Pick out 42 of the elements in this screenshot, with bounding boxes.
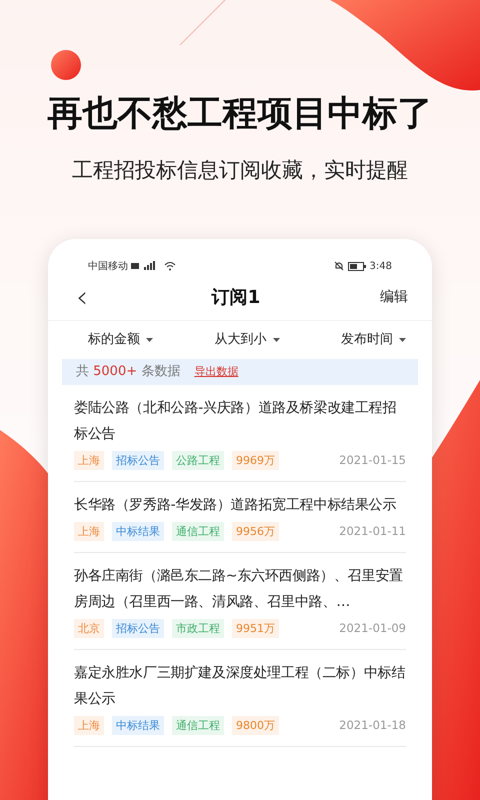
- category-tag: 招标公告: [112, 619, 164, 638]
- category-tag: 上海: [74, 451, 104, 470]
- publish-date: 2021-01-11: [339, 522, 406, 540]
- caret-icon: [399, 338, 406, 342]
- amount-tag: 9800万: [232, 716, 279, 735]
- amount-tag: 9956万: [232, 522, 279, 541]
- publish-date: 2021-01-18: [339, 716, 406, 734]
- export-link[interactable]: 导出数据: [194, 364, 238, 380]
- clock-time: 3:48: [370, 260, 392, 274]
- listing-title[interactable]: 孙各庄南街（潞邑东二路~东六环西侧路）、召里安置房周边（召里西一路、清风路、召里中路、…: [74, 563, 406, 615]
- amount-tag: 9951万: [232, 619, 279, 638]
- edit-button[interactable]: 编辑: [380, 287, 408, 308]
- filter-dropdown[interactable]: 从大到小: [214, 330, 280, 350]
- category-tag: 中标结果: [112, 716, 164, 735]
- page-title: 订阅1: [212, 286, 260, 310]
- publish-date: 2021-01-09: [339, 620, 406, 637]
- filter-dropdown[interactable]: 标的金额: [88, 330, 153, 350]
- subtitle: 工程招投标信息订阅收藏，实时提醒: [72, 157, 408, 184]
- publish-date: 2021-01-15: [339, 452, 406, 469]
- category-tag: 北京: [74, 619, 104, 638]
- category-tag: 通信工程: [172, 522, 224, 541]
- wifi-icon: [164, 261, 176, 271]
- category-tag: 市政工程: [172, 619, 224, 638]
- caret-icon: [146, 338, 153, 342]
- category-tag: 通信工程: [172, 716, 224, 735]
- category-tag: 招标公告: [112, 451, 164, 470]
- listing-title[interactable]: 娄陆公路（北和公路-兴庆路）道路及桥梁改建工程招标公告: [74, 395, 406, 447]
- result-count: 共 5000+ 条数据: [76, 363, 180, 382]
- listing-title[interactable]: 嘉定永胜水厂三期扩建及深度处理工程（二标）中标结果公示: [74, 660, 406, 712]
- category-tag: 公路工程: [172, 451, 224, 470]
- bell-muted-icon: [334, 261, 344, 271]
- back-button[interactable]: ‹: [72, 282, 92, 312]
- battery-icon: [348, 262, 366, 270]
- category-tag: 中标结果: [112, 522, 164, 541]
- category-tag: 上海: [74, 522, 104, 541]
- filter-dropdown[interactable]: 发布时间: [341, 330, 406, 350]
- listing-title[interactable]: 长华路（罗秀路-华发路）道路拓宽工程中标结果公示: [74, 492, 406, 518]
- carrier-name: 中国移动: [88, 260, 128, 274]
- category-tag: 上海: [74, 716, 104, 735]
- caret-icon: [272, 338, 280, 342]
- amount-tag: 9969万: [232, 451, 279, 470]
- headline: 再也不愁工程项目中标了: [48, 93, 432, 136]
